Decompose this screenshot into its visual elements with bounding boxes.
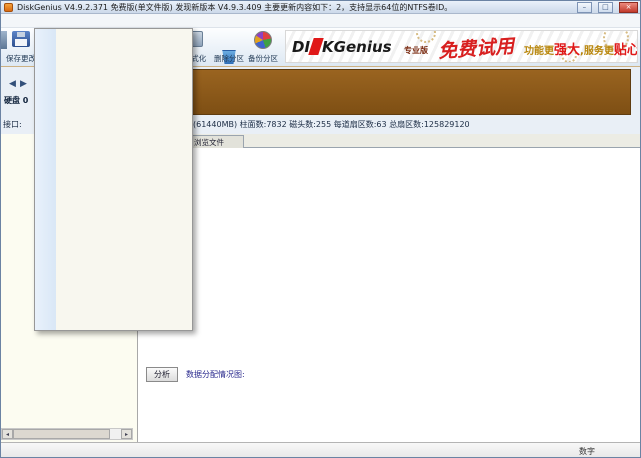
scroll-left-arrow-icon[interactable]: ◂ <box>2 429 13 439</box>
analyze-row: 分析 数据分配情况图: <box>138 367 641 383</box>
minimize-button[interactable]: – <box>577 2 592 13</box>
maximize-button[interactable]: □ <box>598 2 613 13</box>
clipped-toolbar-icon[interactable] <box>1 31 7 49</box>
tab-browse-files[interactable]: 浏览文件 <box>187 135 244 148</box>
banner-trial-text: 免费试用 <box>437 31 515 63</box>
backup-partition-icon[interactable] <box>254 31 272 49</box>
status-bar: 数字 <box>1 442 640 458</box>
backup-partition-label: 备份分区 <box>248 53 278 64</box>
prev-disk-arrow-icon[interactable]: ◀ <box>7 79 18 89</box>
banner-slogan: 功能更强大,服务更贴心 <box>524 39 638 58</box>
disk-interface-label: 接口: <box>3 119 22 130</box>
hard-disk-menu <box>34 28 193 331</box>
data-allocation-label: 数据分配情况图: <box>186 367 245 382</box>
scrollbar-thumb[interactable] <box>13 429 110 439</box>
scroll-right-arrow-icon[interactable]: ▸ <box>121 429 132 439</box>
disk-label: 硬盘 0 <box>4 95 28 106</box>
tab-bar: 分区参数 浏览文件 <box>138 134 641 148</box>
window-controls: – □ × <box>576 2 638 13</box>
app-icon <box>4 3 13 12</box>
disk-geometry-info: (61440MB) 柱面数:7832 磁头数:255 每道扇区数:63 总扇区数… <box>193 119 470 130</box>
horizontal-scrollbar[interactable]: ◂ ▸ <box>1 428 133 440</box>
analyze-button[interactable]: 分析 <box>146 367 178 382</box>
delete-partition-label: 删除分区 <box>214 53 244 64</box>
status-right-text: 数字 <box>579 446 595 457</box>
save-changes-icon[interactable] <box>12 31 30 47</box>
window-title: DiskGenius V4.9.2.371 免费版(单文件版) 发现新版本 V4… <box>17 1 452 14</box>
title-bar: DiskGenius V4.9.2.371 免费版(单文件版) 发现新版本 V4… <box>1 1 640 14</box>
promo-banner[interactable]: DIKGenius 专业版 免费试用 功能更强大,服务更贴心 <box>285 30 638 63</box>
banner-edition: 专业版 <box>404 45 428 56</box>
diskgenius-window: DiskGenius V4.9.2.371 免费版(单文件版) 发现新版本 V4… <box>0 0 641 458</box>
save-changes-label: 保存更改 <box>6 53 36 64</box>
gear-icon <box>416 30 436 43</box>
close-button[interactable]: × <box>619 2 638 13</box>
next-disk-arrow-icon[interactable]: ▶ <box>18 79 29 89</box>
diskgenius-logo: DIKGenius <box>292 38 392 56</box>
menubar <box>1 14 640 28</box>
partition-detail-panel: 分区参数 浏览文件 分析 数据分配情况图: <box>138 134 641 442</box>
